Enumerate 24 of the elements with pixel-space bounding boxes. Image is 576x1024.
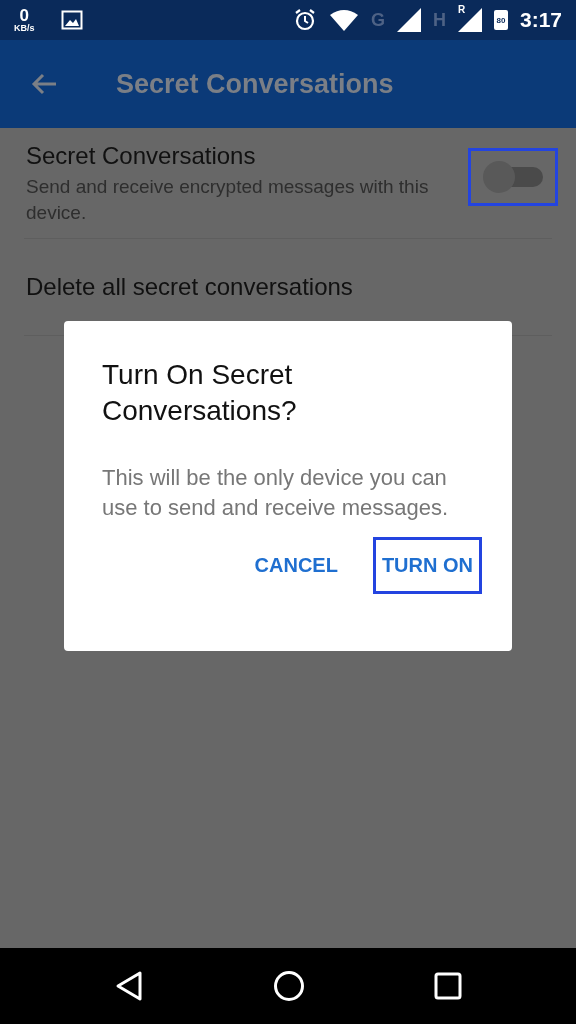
speed-value: 0: [19, 7, 29, 24]
setting-title: Secret Conversations: [26, 142, 257, 170]
toggle-switch[interactable]: [483, 161, 543, 193]
home-icon[interactable]: [273, 970, 305, 1002]
image-icon: [60, 10, 83, 30]
back-icon[interactable]: [114, 970, 145, 1002]
highlighted-button[interactable]: TURN ON: [372, 537, 482, 594]
back-arrow-icon[interactable]: [30, 72, 58, 96]
network-type: G: [370, 10, 385, 31]
dialog-title: Turn On Secret Conversations?: [102, 358, 298, 428]
screen-title: Secret Conversations: [116, 68, 394, 100]
battery-level: 80: [496, 15, 506, 25]
setting-title: Delete all secret conversations: [26, 273, 353, 301]
setting-description: Send and receive encrypted messages with this device.: [26, 175, 430, 225]
clock: 3:17: [519, 8, 562, 32]
roaming-indicator: R: [457, 4, 466, 15]
recents-icon[interactable]: [433, 972, 462, 1000]
dialog-button[interactable]: CANCEL: [245, 537, 347, 594]
signal-icon: [396, 8, 421, 32]
dialog-message: This will be the only device you can use to send and receive messages.: [102, 464, 450, 522]
network-type: H: [432, 10, 446, 31]
wifi-icon: [328, 9, 359, 31]
settings-row[interactable]: Secret Conversations Send and receive encrypted messages with this device.: [24, 128, 552, 239]
speed-unit: KB/s: [14, 24, 35, 33]
